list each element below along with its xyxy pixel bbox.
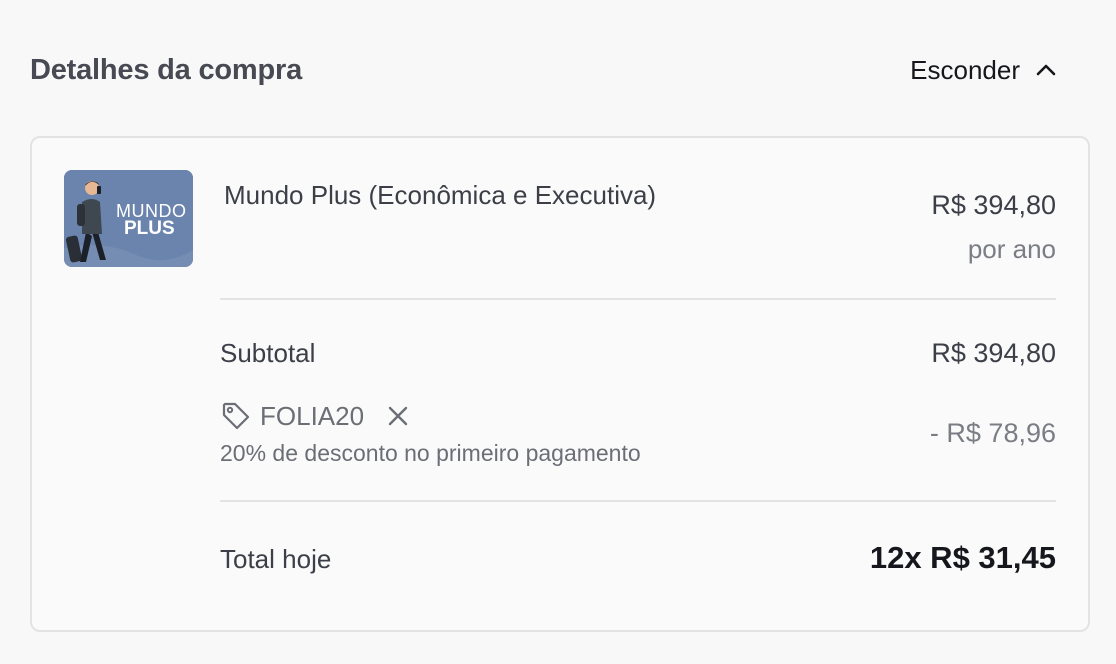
order-summary-card: MUNDO PLUS Mundo Plus (Econômica e Execu… xyxy=(30,136,1090,632)
page-title: Detalhes da compra xyxy=(30,53,302,86)
coupon-description: 20% de desconto no primeiro pagamento xyxy=(220,440,641,466)
hide-details-button[interactable]: Esconder xyxy=(910,55,1070,86)
thumbnail-brand-bottom: PLUS xyxy=(124,218,175,239)
coupon-code: FOLIA20 xyxy=(260,400,365,431)
subtotal-value: R$ 394,80 xyxy=(931,338,1056,368)
chevron-up-icon xyxy=(1036,64,1056,76)
purchase-details-header: Detalhes da compra Esconder xyxy=(30,50,1070,90)
product-period: por ano xyxy=(967,234,1056,264)
divider xyxy=(220,298,1056,300)
coupon-row: FOLIA20 xyxy=(220,400,410,432)
hide-details-label: Esconder xyxy=(910,54,1020,85)
product-price: R$ 394,80 xyxy=(931,190,1056,220)
total-value: 12x R$ 31,45 xyxy=(869,540,1056,575)
product-name: Mundo Plus (Econômica e Executiva) xyxy=(224,180,657,210)
close-icon[interactable] xyxy=(386,404,410,428)
discount-value: - R$ 78,96 xyxy=(929,418,1056,448)
total-label: Total hoje xyxy=(220,544,332,574)
tag-icon xyxy=(222,402,250,430)
product-thumbnail: MUNDO PLUS xyxy=(64,170,193,267)
subtotal-label: Subtotal xyxy=(220,338,316,368)
divider xyxy=(220,500,1056,502)
